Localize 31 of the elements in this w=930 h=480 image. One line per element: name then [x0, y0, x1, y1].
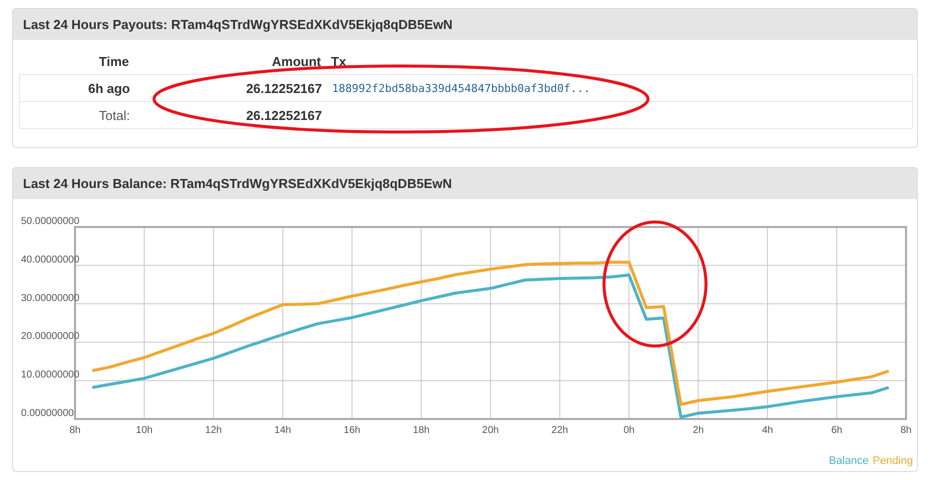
- table-cell-text: Total:: [98, 108, 130, 122]
- table-cell-text: 6h ago: [87, 80, 130, 96]
- y-tick-label: 10.00000000: [21, 370, 80, 381]
- y-tick-label: 50.00000000: [21, 216, 80, 227]
- legend-label: Balance: [828, 455, 869, 467]
- column-header: Time: [98, 54, 129, 68]
- panel-title: Last 24 Hours Payouts: RTam4qSTrdWgYRSEdXKdV5Ekjq8qDB5EwN: [13, 9, 917, 40]
- x-tick-label: 20h: [482, 425, 499, 436]
- table-cell-text: 26.12252167: [245, 108, 322, 122]
- x-tick-label: 10h: [136, 425, 153, 436]
- panel-title: Last 24 Hours Balance: RTam4qSTrdWgYRSEdXKdV5Ekjq8qDB5EwN: [13, 168, 917, 199]
- x-tick-label: 14h: [274, 425, 292, 436]
- x-tick-label: 6h: [831, 425, 842, 436]
- tx-link[interactable]: 188992f2bd58ba339d454847bbbb0af3bd0f...: [332, 82, 912, 94]
- y-tick-label: 20.00000000: [21, 331, 80, 342]
- x-tick-label: 2h: [692, 425, 704, 436]
- x-tick-label: 12h: [205, 425, 222, 436]
- x-tick-label: 8h: [900, 425, 912, 436]
- x-tick-label: 8h: [69, 425, 81, 436]
- column-header: Tx: [331, 54, 348, 68]
- column-header: Amount: [270, 54, 321, 68]
- x-tick-label: 22h: [551, 425, 568, 436]
- x-tick-label: 4h: [762, 425, 774, 436]
- x-tick-label: 18h: [412, 425, 430, 436]
- y-tick-label: 30.00000000: [21, 292, 80, 304]
- y-tick-label: 0.00000000: [21, 408, 74, 419]
- table-cell-text: 26.12252167: [245, 80, 322, 96]
- y-tick-label: 40.00000000: [21, 254, 80, 266]
- legend-label: Pending: [872, 455, 913, 467]
- x-tick-label: 0h: [623, 425, 635, 436]
- x-tick-label: 16h: [344, 425, 360, 436]
